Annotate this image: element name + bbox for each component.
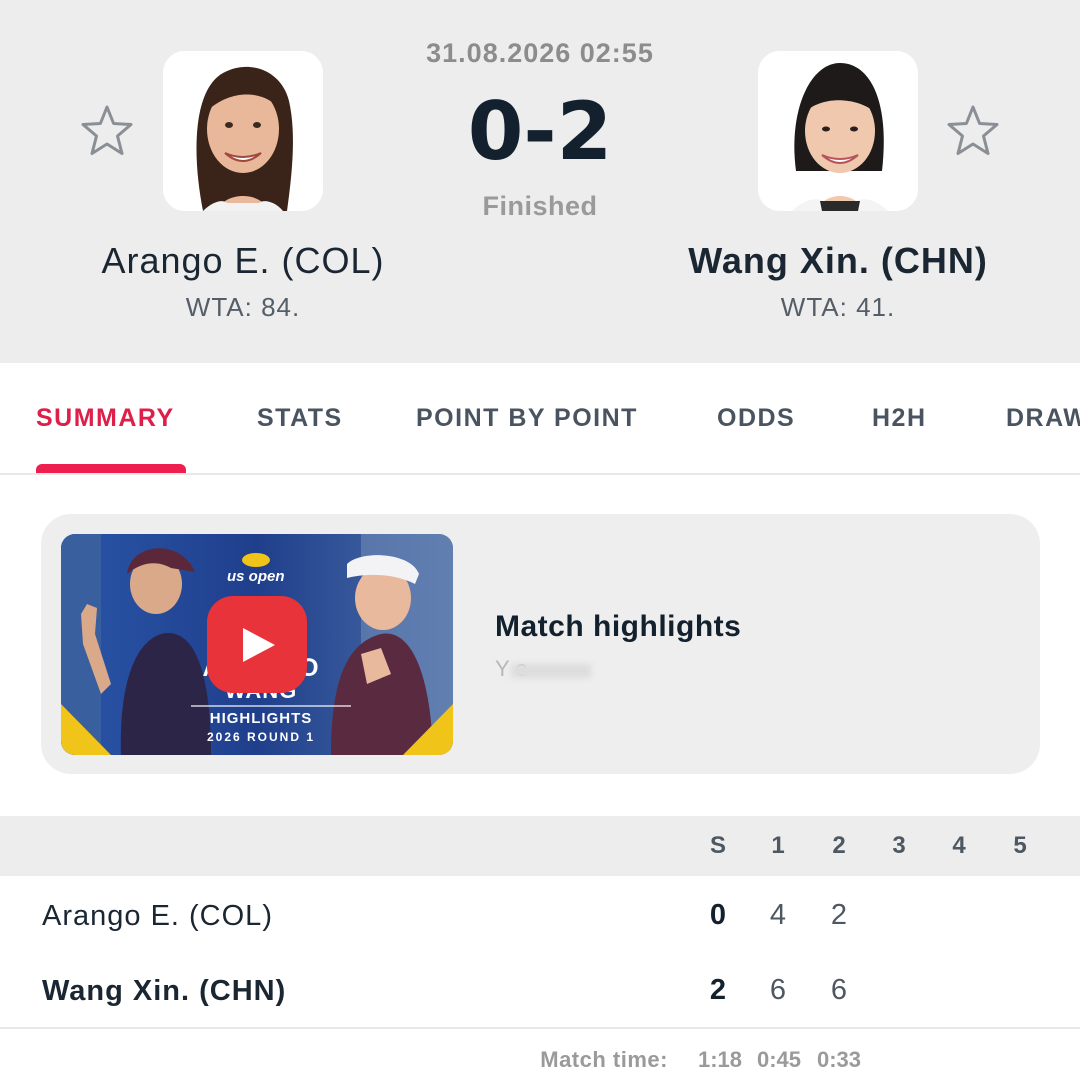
tab-h2h[interactable]: H2H [872, 404, 927, 433]
table-row: Arango E. (COL) 0 4 2 [0, 878, 1080, 953]
redaction-blur [511, 664, 591, 678]
highlights-title[interactable]: Match highlights [495, 610, 741, 644]
row-sets-won: 2 [709, 974, 727, 1006]
row-player-name[interactable]: Wang Xin. (CHN) [42, 975, 286, 1008]
player-photo-home[interactable] [163, 51, 323, 211]
match-time-label: Match time: [540, 1047, 668, 1072]
row-sets-won: 0 [709, 899, 727, 931]
column-sets: S [709, 832, 726, 859]
favorite-star-icon-home[interactable] [80, 104, 134, 158]
row-set-2-score: 6 [830, 974, 848, 1006]
player-photo-away[interactable] [758, 51, 918, 211]
tab-stats[interactable]: STATS [257, 404, 343, 433]
highlights-thumbnail[interactable]: us open ARANGO WANG HIGHLIGHTS 2026 ROUN… [61, 534, 453, 755]
column-set-3: 3 [892, 832, 906, 859]
table-row: Wang Xin. (CHN) 2 6 6 [0, 953, 1080, 1028]
player-name-away[interactable]: Wang Xin. (CHN) [618, 240, 1058, 282]
tab-odds[interactable]: ODDS [717, 404, 795, 433]
match-status: Finished [482, 191, 598, 221]
match-score: 0-2 [467, 85, 613, 178]
favorite-star-icon-away[interactable] [946, 104, 1000, 158]
divider [0, 1027, 1080, 1029]
column-set-1: 1 [771, 832, 785, 859]
match-time-set-1: 0:45 [756, 1047, 802, 1072]
player-rank-home: WTA: 84. [185, 292, 301, 322]
tab-point-by-point[interactable]: POINT BY POINT [416, 404, 638, 433]
row-set-1-score: 4 [769, 899, 787, 931]
column-set-5: 5 [1013, 832, 1027, 859]
tab-draw[interactable]: DRAW [1006, 404, 1080, 433]
play-icon[interactable] [207, 596, 307, 693]
thumbnail-brand: us open [227, 568, 285, 585]
highlights-card[interactable]: us open ARANGO WANG HIGHLIGHTS 2026 ROUN… [41, 514, 1040, 774]
match-time-total: 1:18 [697, 1047, 743, 1072]
tab-summary[interactable]: SUMMARY [36, 404, 175, 433]
column-set-2: 2 [832, 832, 846, 859]
match-datetime: 31.08.2026 02:55 [426, 38, 654, 68]
scoreboard-header: S 1 2 3 4 5 [0, 816, 1080, 876]
player-name-home[interactable]: Arango E. (COL) [23, 240, 463, 282]
match-header: 31.08.2026 02:55 0-2 Finished Arango E. … [0, 0, 1080, 363]
player-rank-away: WTA: 41. [780, 292, 896, 322]
thumbnail-subtitle: 2026 ROUND 1 [206, 730, 316, 744]
row-set-1-score: 6 [769, 974, 787, 1006]
active-tab-indicator [36, 464, 186, 473]
match-time-set-2: 0:33 [816, 1047, 862, 1072]
row-set-2-score: 2 [830, 899, 848, 931]
detail-tabs: SUMMARY STATS POINT BY POINT ODDS H2H DR… [0, 363, 1080, 475]
thumbnail-title: HIGHLIGHTS [209, 710, 313, 727]
column-set-4: 4 [952, 832, 966, 859]
row-player-name[interactable]: Arango E. (COL) [42, 900, 273, 933]
